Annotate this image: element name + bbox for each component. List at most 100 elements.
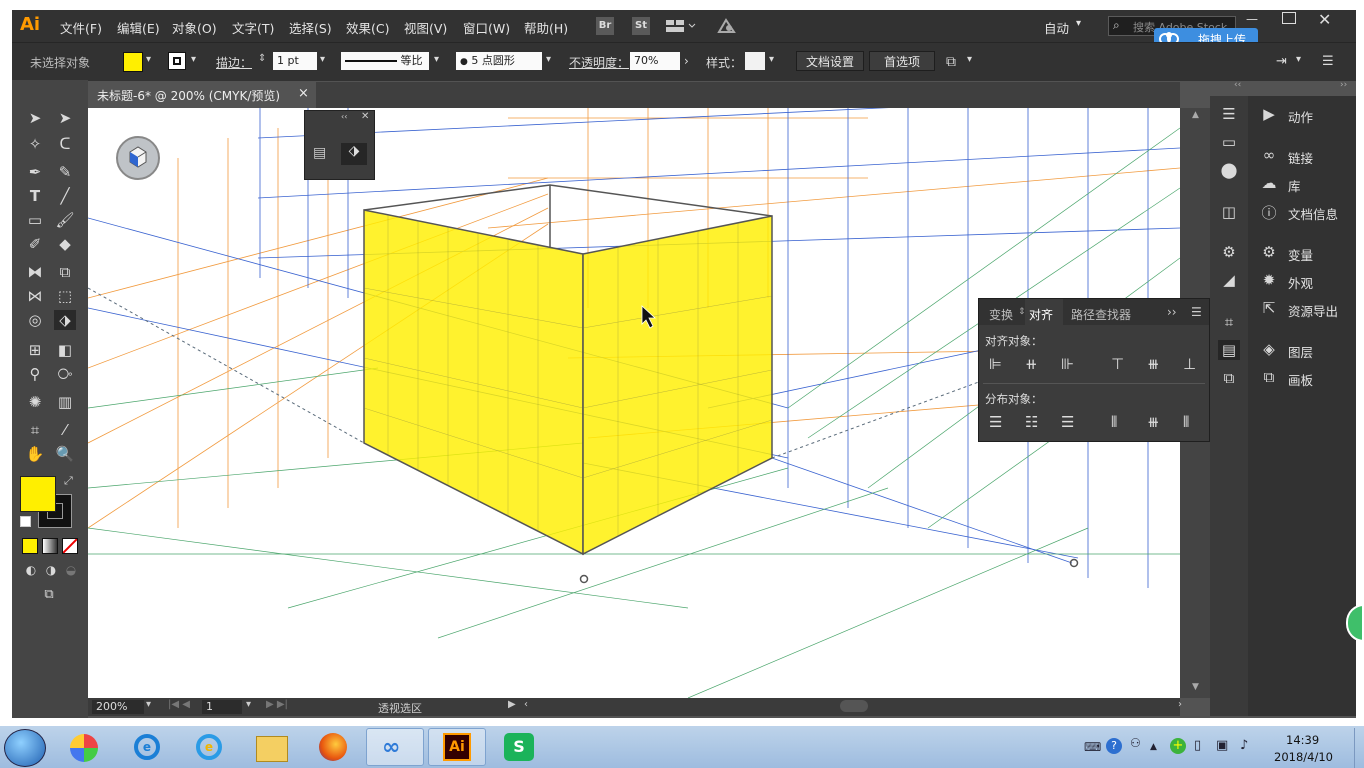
tray-device-icon[interactable]: ▯ — [1194, 738, 1201, 753]
slice-tool-icon[interactable]: ⁄ — [54, 420, 76, 440]
color-mode-icon[interactable] — [22, 538, 38, 554]
taskbar-app-explorer[interactable] — [242, 728, 300, 766]
workspace-switcher[interactable]: 自动 — [1044, 18, 1069, 37]
draw-inside-icon[interactable]: ◒ — [60, 560, 82, 580]
plane-switching-widget[interactable] — [116, 136, 160, 180]
taskbar-app-baidu-netdisk[interactable]: ∞ — [366, 728, 424, 766]
distribute-top-icon[interactable]: ☰ — [989, 413, 1002, 431]
tab-pathfinder[interactable]: 路径查找器 — [1071, 306, 1131, 323]
distribute-right-icon[interactable]: ⫴ — [1183, 413, 1189, 431]
panel-appearance[interactable]: 外观 — [1288, 273, 1313, 292]
default-colors-icon[interactable] — [20, 516, 31, 527]
first-artboard-icon[interactable]: |◀ ◀ — [168, 699, 190, 710]
fill-swatch[interactable] — [123, 52, 143, 72]
pen-tool-icon[interactable]: ✒ — [24, 162, 46, 182]
none-mode-icon[interactable] — [62, 538, 78, 554]
chevron-down-icon[interactable]: ▾ — [769, 54, 774, 65]
document-setup-button[interactable]: 文档设置 — [796, 51, 864, 71]
chevron-down-icon[interactable]: ▾ — [246, 699, 251, 710]
distribute-horizontal-center-icon[interactable]: ⧻ — [1147, 413, 1160, 431]
collapse-panel-icon[interactable]: ‹‹ — [341, 112, 347, 121]
mesh-tool-icon[interactable]: ⊞ — [24, 340, 46, 360]
close-tab-icon[interactable]: × — [298, 86, 309, 101]
chevron-down-icon[interactable]: ▾ — [546, 54, 551, 65]
transform-options-icon[interactable]: ⧉ — [946, 54, 956, 70]
tab-transform[interactable]: 变换 — [989, 306, 1013, 323]
symbol-sprayer-tool-icon[interactable]: ✺ — [24, 392, 46, 412]
brushes-icon[interactable]: ⚙ — [1218, 242, 1240, 262]
expand-options-icon[interactable]: ›› — [1167, 305, 1177, 319]
reflect-tool-icon[interactable]: ⧓ — [24, 262, 46, 282]
bridge-button[interactable]: Br — [596, 17, 614, 35]
perspective-grid-tool-icon[interactable]: ▤ — [313, 145, 326, 161]
chevron-down-icon[interactable]: ▾ — [146, 699, 151, 710]
align-left-icon[interactable]: ⊫ — [989, 355, 1002, 373]
preferences-button[interactable]: 首选项 — [869, 51, 935, 71]
paintbrush-tool-icon[interactable]: 🖌 — [54, 210, 76, 230]
panel-menu-icon[interactable]: ☰ — [1191, 305, 1202, 319]
draw-behind-icon[interactable]: ◑ — [40, 560, 62, 580]
chevron-down-icon[interactable]: ▾ — [191, 54, 196, 65]
horizontal-scroll-thumb[interactable] — [840, 700, 868, 712]
transform-panel-icon[interactable]: ⌗ — [1218, 312, 1240, 332]
tray-security-icon[interactable]: + — [1170, 738, 1186, 754]
taskbar-app-qq[interactable] — [56, 728, 114, 766]
selection-tool-icon[interactable]: ➤ — [24, 108, 46, 128]
menu-help[interactable]: 帮助(H) — [524, 18, 568, 37]
direct-selection-tool-icon[interactable]: ➤ — [54, 108, 76, 128]
minimize-icon[interactable]: — — [1246, 12, 1266, 28]
curvature-tool-icon[interactable]: ✎ — [54, 162, 76, 182]
align-vertical-center-icon[interactable]: ⧻ — [1147, 355, 1160, 373]
hand-tool-icon[interactable]: ✋ — [24, 444, 46, 464]
tab-align[interactable]: 对齐 — [1029, 306, 1053, 323]
tray-network-icon[interactable]: ▣ — [1216, 738, 1228, 753]
taskbar-app-firefox[interactable] — [304, 728, 362, 766]
scroll-down-icon[interactable]: ▼ — [1192, 682, 1199, 692]
chevron-down-icon[interactable]: ▾ — [320, 54, 325, 65]
align-top-icon[interactable]: ⊤ — [1111, 355, 1124, 373]
artboard-tool-icon[interactable]: ⌗ — [24, 420, 46, 440]
variable-width-profile[interactable]: 等比 — [341, 52, 429, 70]
maximize-icon[interactable] — [1282, 12, 1296, 24]
panel-libraries[interactable]: 库 — [1288, 176, 1301, 195]
eraser-tool-icon[interactable]: ◆ — [54, 234, 76, 254]
distribute-bottom-icon[interactable]: ☰ — [1061, 413, 1074, 431]
menu-view[interactable]: 视图(V) — [404, 18, 447, 37]
close-window-icon[interactable]: ✕ — [1318, 10, 1331, 29]
taskbar-app-ie-classic[interactable]: e — [180, 728, 238, 766]
collapse-panel-icon[interactable]: ‹‹ — [1234, 80, 1241, 90]
align-right-icon[interactable]: ⊪ — [1061, 355, 1074, 373]
align-horizontal-center-icon[interactable]: ⧺ — [1025, 355, 1038, 373]
panel-artboards[interactable]: 画板 — [1288, 370, 1313, 389]
scroll-right-icon[interactable]: › — [1178, 699, 1182, 710]
clock-date[interactable]: 2018/4/10 — [1274, 750, 1333, 764]
chevron-down-icon[interactable]: ▾ — [146, 54, 151, 65]
clock-time[interactable]: 14:39 — [1286, 733, 1319, 747]
fill-color-box[interactable] — [20, 476, 56, 512]
column-graph-tool-icon[interactable]: ▥ — [54, 392, 76, 412]
start-button[interactable] — [4, 729, 46, 767]
arrange-documents-icon[interactable] — [666, 18, 696, 34]
scale-tool-icon[interactable]: ⧉ — [54, 262, 76, 282]
panel-document-info[interactable]: 文档信息 — [1288, 204, 1338, 223]
scroll-up-icon[interactable]: ▲ — [1192, 110, 1199, 120]
menu-select[interactable]: 选择(S) — [289, 18, 332, 37]
distribute-left-icon[interactable]: ⫴ — [1111, 413, 1117, 431]
swap-colors-icon[interactable]: ⤢ — [64, 474, 73, 488]
lasso-tool-icon[interactable]: ᑕ — [54, 134, 76, 154]
chevron-right-icon[interactable]: › — [684, 54, 689, 68]
menu-file[interactable]: 文件(F) — [60, 18, 102, 37]
gradient-panel-icon[interactable]: ◢ — [1218, 270, 1240, 290]
status-menu-icon[interactable]: ▶ — [508, 699, 516, 710]
ground-handle[interactable] — [579, 574, 589, 584]
panel-actions[interactable]: 动作 — [1288, 107, 1313, 126]
zoom-field[interactable]: 200% — [92, 700, 144, 714]
screen-mode-icon[interactable]: ⧉ — [38, 585, 60, 605]
close-panel-icon[interactable]: ✕ — [361, 111, 369, 122]
stroke-swatch[interactable] — [168, 52, 186, 70]
brush-definition[interactable]: ● 5 点圆形 — [456, 52, 542, 70]
document-tab[interactable]: 未标题-6* @ 200% (CMYK/预览) × — [88, 82, 316, 108]
opacity-input[interactable]: 70% — [630, 52, 680, 70]
type-tool-icon[interactable]: T — [24, 186, 46, 206]
width-tool-icon[interactable]: ⋈ — [24, 286, 46, 306]
